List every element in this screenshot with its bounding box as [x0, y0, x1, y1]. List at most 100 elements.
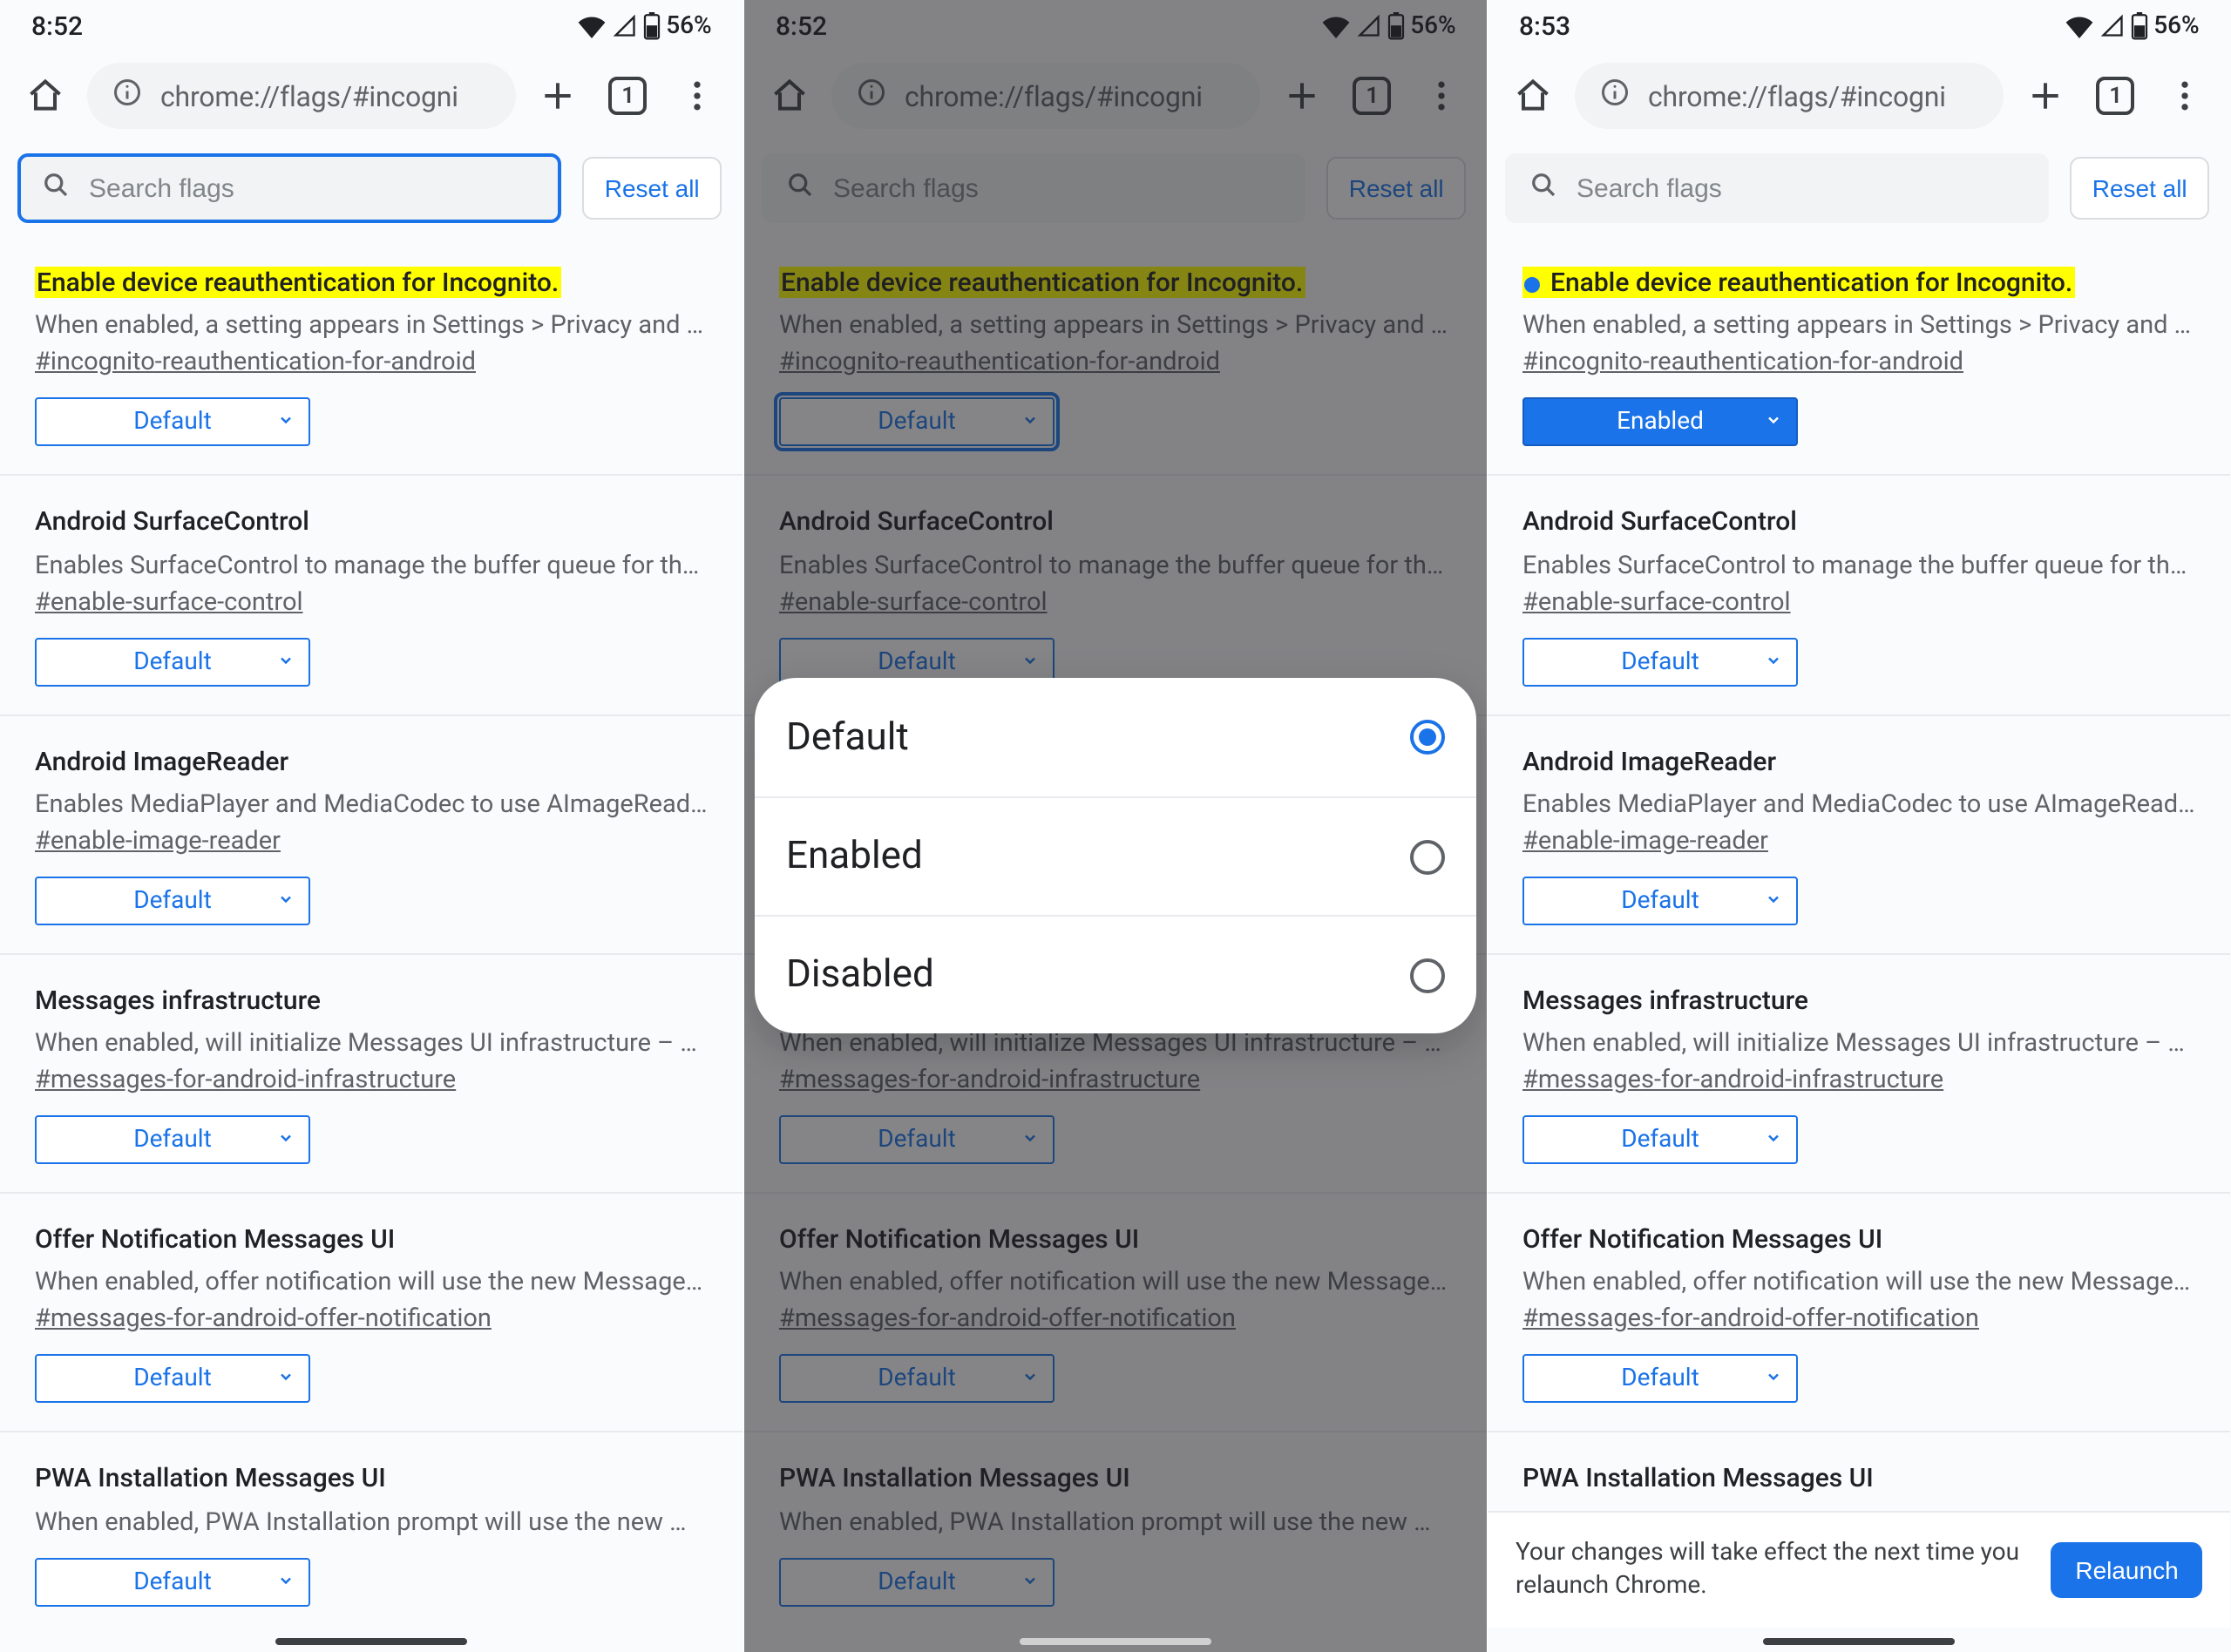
flag-item: Android SurfaceControl Enables SurfaceCo…	[1488, 475, 2231, 687]
reset-all-button[interactable]: Reset all	[582, 157, 722, 220]
flag-anchor-link[interactable]: #messages-for-android-offer-notification	[1522, 1304, 2196, 1334]
flag-title: Messages infrastructure	[1522, 983, 2196, 1019]
flag-item: Enable device reauthentication for Incog…	[1488, 237, 2231, 447]
search-input[interactable]	[89, 173, 539, 203]
flag-state-value: Default	[133, 1365, 212, 1393]
status-time: 8:52	[31, 10, 83, 42]
reset-all-button[interactable]: Reset all	[2070, 157, 2210, 220]
search-input[interactable]	[1577, 173, 2026, 203]
status-time: 8:53	[1519, 10, 1570, 42]
cell-icon	[2100, 14, 2126, 38]
radio-icon	[1410, 839, 1445, 874]
flag-title: Offer Notification Messages UI	[35, 1222, 709, 1257]
flag-description: Enables SurfaceControl to manage the buf…	[1522, 550, 2196, 579]
flag-item: Offer Notification Messages UI When enab…	[1488, 1192, 2231, 1404]
tab-switcher-button[interactable]: 1	[2088, 68, 2144, 124]
tab-switcher-button[interactable]: 1	[600, 68, 656, 124]
flag-state-value: Default	[133, 1567, 212, 1595]
flag-description: Enables MediaPlayer and MediaCodec to us…	[35, 789, 709, 819]
flag-description: When enabled, will initialize Messages U…	[1522, 1028, 2196, 1058]
option-row[interactable]: Default	[755, 678, 1477, 796]
flag-item: Enable device reauthentication for Incog…	[0, 237, 743, 447]
browser-toolbar: chrome://flags/#incogni 1	[0, 52, 743, 139]
flag-item: Messages infrastructure When enabled, wi…	[1488, 953, 2231, 1165]
chevron-down-icon	[1765, 1365, 1782, 1393]
search-flags-field[interactable]	[17, 153, 561, 223]
relaunch-button[interactable]: Relaunch	[2051, 1542, 2203, 1598]
flag-title: Enable device reauthentication for Incog…	[1522, 267, 2074, 298]
status-bar: 8:53 56%	[1488, 0, 2231, 52]
flag-description: When enabled, offer notification will us…	[35, 1268, 709, 1297]
omnibox-url: chrome://flags/#incogni	[1648, 79, 1946, 112]
flag-description: When enabled, a setting appears in Setti…	[1522, 311, 2196, 341]
flags-list: Enable device reauthentication for Incog…	[1488, 237, 2231, 1652]
home-button[interactable]	[17, 68, 73, 124]
flag-state-select[interactable]: Default	[35, 877, 310, 925]
flags-subbar: Reset all	[0, 139, 743, 237]
flag-title: Offer Notification Messages UI	[1522, 1222, 2196, 1257]
flag-anchor-link[interactable]: #incognito-reauthentication-for-android	[1522, 348, 2196, 377]
flag-anchor-link[interactable]: #enable-surface-control	[35, 586, 709, 616]
new-tab-button[interactable]	[531, 68, 587, 124]
flag-item: PWA Installation Messages UI When enable…	[0, 1432, 743, 1607]
flag-title: Android SurfaceControl	[1522, 504, 2196, 540]
chevron-down-icon	[1765, 647, 1782, 675]
flag-state-select[interactable]: Default	[35, 1355, 310, 1404]
flag-anchor-link[interactable]: #enable-image-reader	[35, 826, 709, 856]
flags-list: Enable device reauthentication for Incog…	[0, 237, 743, 1652]
flag-state-select[interactable]: Default	[35, 637, 310, 686]
chevron-down-icon	[277, 647, 295, 675]
tab-count: 1	[609, 77, 648, 115]
chevron-down-icon	[277, 1567, 295, 1595]
flag-state-value: Enabled	[1617, 409, 1704, 437]
flag-state-select[interactable]: Default	[1522, 637, 1798, 686]
omnibox[interactable]: chrome://flags/#incogni	[1575, 63, 2004, 129]
flag-anchor-link[interactable]: #messages-for-android-infrastructure	[35, 1065, 709, 1094]
flag-state-select[interactable]: Enabled	[1522, 398, 1798, 447]
overflow-menu-button[interactable]	[2158, 68, 2214, 124]
option-label: Default	[786, 715, 909, 759]
flag-state-select[interactable]: Default	[1522, 1115, 1798, 1164]
chevron-down-icon	[277, 887, 295, 915]
overflow-menu-button[interactable]	[670, 68, 726, 124]
wifi-icon	[577, 14, 607, 38]
flag-state-select[interactable]: Default	[1522, 1355, 1798, 1404]
flag-anchor-link[interactable]: #incognito-reauthentication-for-android	[35, 348, 709, 377]
flag-description: Enables SurfaceControl to manage the buf…	[35, 550, 709, 579]
flag-state-value: Default	[133, 887, 212, 915]
new-tab-button[interactable]	[2018, 68, 2074, 124]
search-flags-field[interactable]	[1505, 153, 2049, 223]
flag-anchor-link[interactable]: #messages-for-android-offer-notification	[35, 1304, 709, 1334]
relaunch-bar: Your changes will take effect the next t…	[1488, 1511, 2231, 1628]
flag-anchor-link[interactable]: #enable-surface-control	[1522, 586, 2196, 616]
battery-icon	[643, 12, 661, 40]
option-row[interactable]: Enabled	[755, 796, 1477, 915]
flag-anchor-link[interactable]: #messages-for-android-infrastructure	[1522, 1065, 2196, 1094]
flag-item: Android SurfaceControl Enables SurfaceCo…	[0, 475, 743, 687]
flag-title: Android SurfaceControl	[35, 504, 709, 540]
flag-title: PWA Installation Messages UI	[1522, 1461, 2196, 1497]
option-sheet: Default Enabled Disabled	[755, 678, 1477, 1033]
radio-icon	[1410, 958, 1445, 992]
radio-icon	[1410, 720, 1445, 755]
flag-state-select[interactable]: Default	[35, 1557, 310, 1606]
home-button[interactable]	[1505, 68, 1561, 124]
flag-anchor-link[interactable]: #enable-image-reader	[1522, 826, 2196, 856]
page-info-icon[interactable]	[112, 77, 143, 115]
option-label: Enabled	[786, 835, 923, 878]
flag-title: Android ImageReader	[35, 743, 709, 779]
flag-description: When enabled, PWA Installation prompt wi…	[35, 1506, 709, 1536]
page-info-icon[interactable]	[1599, 77, 1631, 115]
option-row[interactable]: Disabled	[755, 915, 1477, 1033]
search-icon	[1528, 169, 1559, 207]
battery-pct: 56%	[666, 12, 711, 40]
omnibox[interactable]: chrome://flags/#incogni	[87, 63, 517, 129]
flag-item: Messages infrastructure When enabled, wi…	[0, 953, 743, 1165]
flag-state-select[interactable]: Default	[1522, 877, 1798, 925]
flag-description: When enabled, offer notification will us…	[1522, 1268, 2196, 1297]
flag-state-select[interactable]: Default	[35, 398, 310, 447]
flag-state-value: Default	[1622, 887, 1700, 915]
battery-pct: 56%	[2154, 12, 2200, 40]
flag-state-value: Default	[133, 647, 212, 675]
flag-state-select[interactable]: Default	[35, 1115, 310, 1164]
